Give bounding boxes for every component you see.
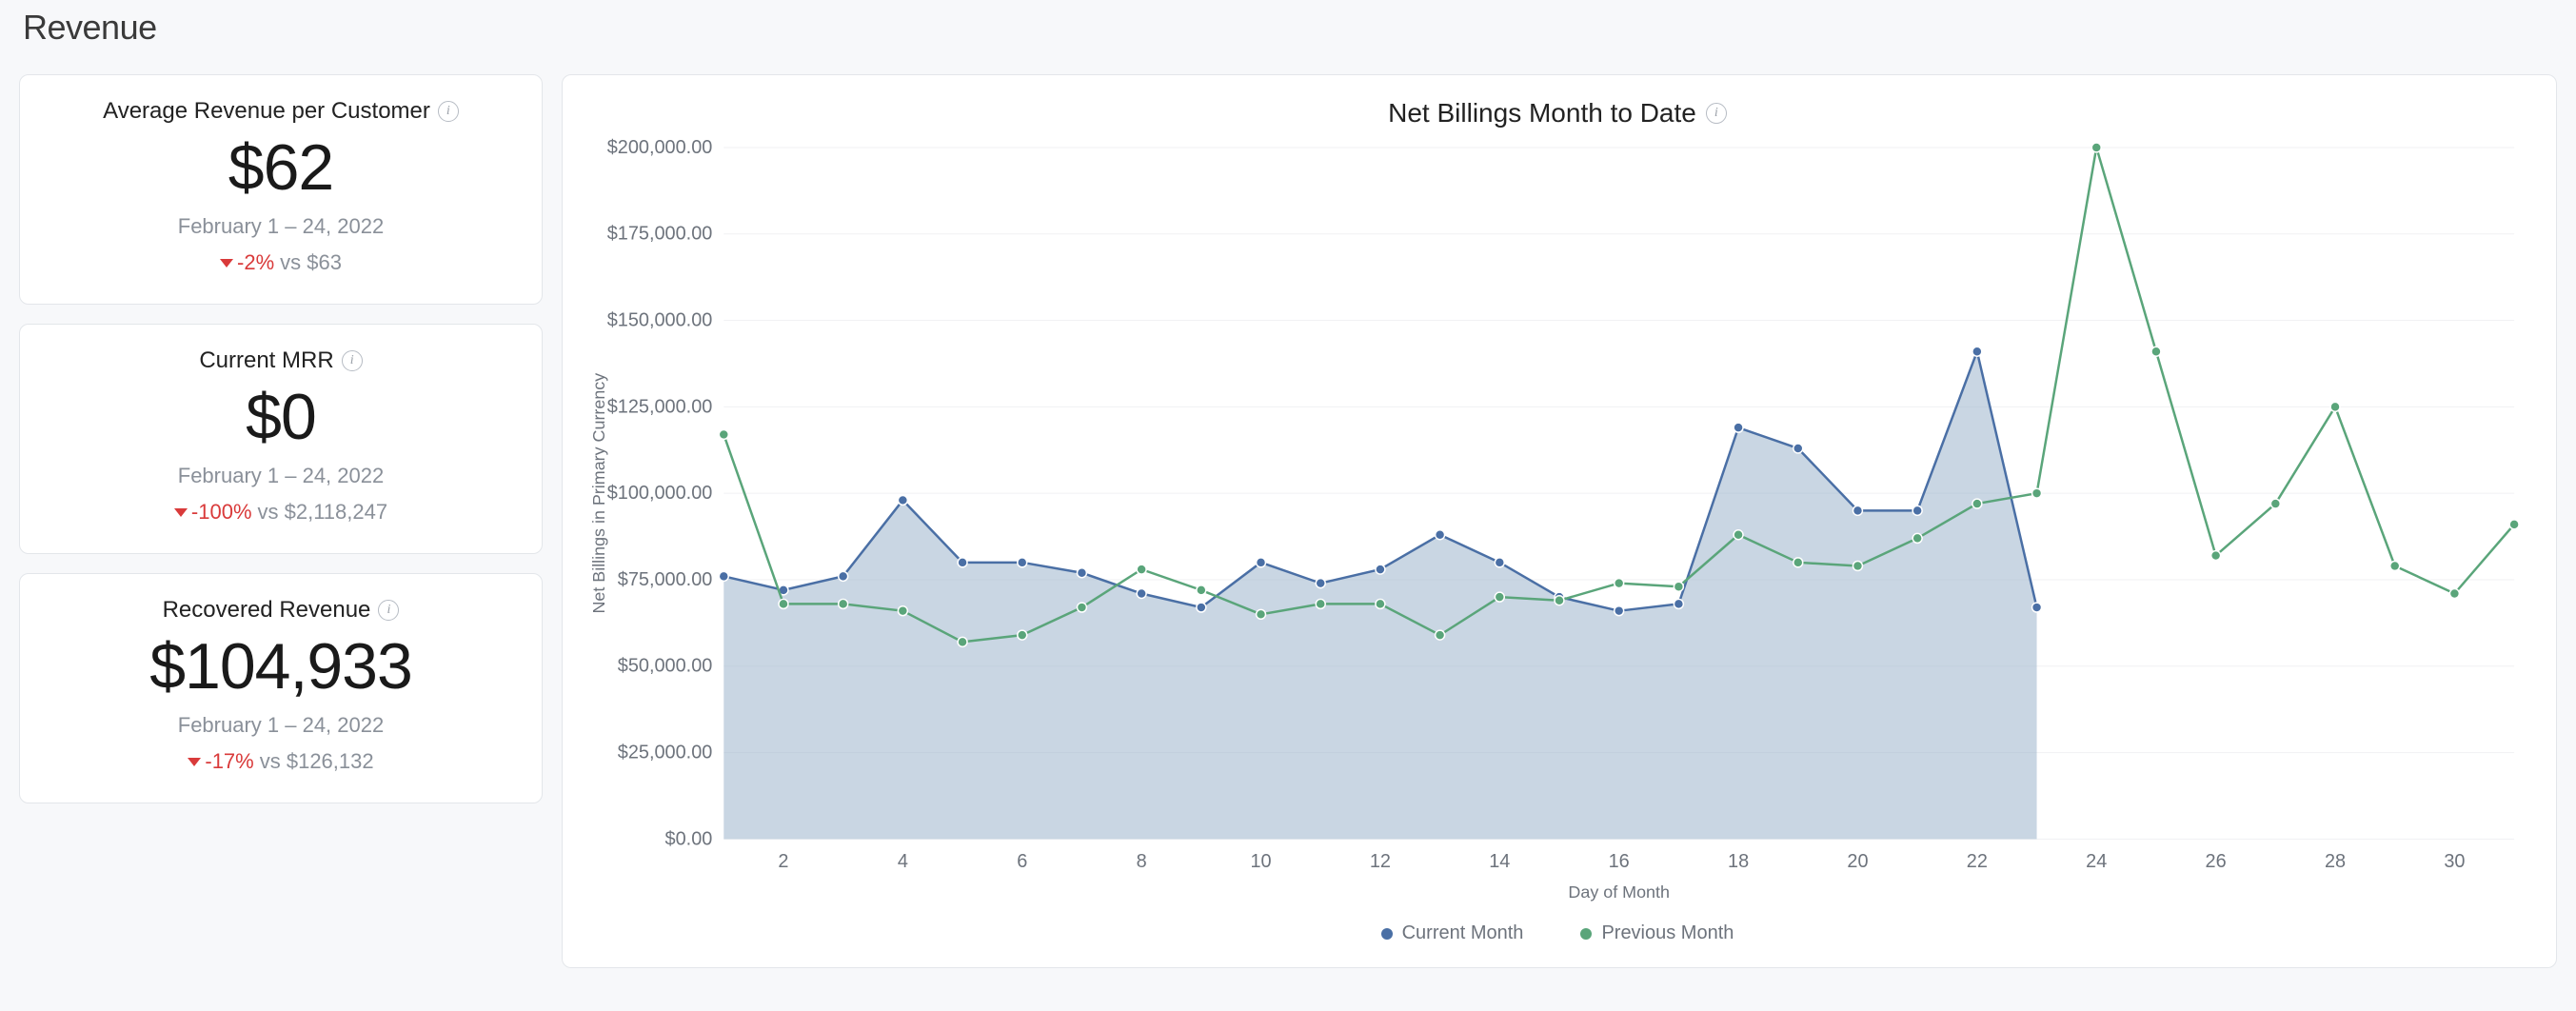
legend-item-current[interactable]: Current Month [1381, 922, 1524, 944]
metric-compare: vs $2,118,247 [258, 500, 388, 525]
chart-title: Net Billings Month to Date [1388, 98, 1696, 129]
svg-text:18: 18 [1728, 851, 1749, 872]
svg-text:10: 10 [1250, 851, 1271, 872]
info-icon[interactable]: i [342, 350, 363, 371]
metrics-column: Average Revenue per Customer i $62 Febru… [19, 74, 543, 968]
metric-delta: -2% [220, 250, 274, 275]
metric-title: Current MRR [199, 347, 333, 374]
metric-date-range: February 1 – 24, 2022 [43, 214, 519, 239]
metric-value: $104,933 [43, 629, 519, 704]
metric-card-avg-revenue: Average Revenue per Customer i $62 Febru… [19, 74, 543, 305]
section-title: Revenue [23, 8, 2557, 48]
svg-text:$75,000.00: $75,000.00 [618, 569, 713, 590]
net-billings-chart[interactable]: $0.00 $25,000.00 $50,000.00 $75,000.00 $100,… [582, 138, 2533, 915]
svg-text:22: 22 [1967, 851, 1988, 872]
metric-value: $0 [43, 380, 519, 454]
svg-text:28: 28 [2325, 851, 2346, 872]
metric-card-current-mrr: Current MRR i $0 February 1 – 24, 2022 -… [19, 324, 543, 554]
svg-text:20: 20 [1847, 851, 1868, 872]
metric-title: Recovered Revenue [163, 597, 371, 624]
chart-card-net-billings: Net Billings Month to Date i $0.00 $25,00… [562, 74, 2557, 968]
legend-dot-icon [1381, 928, 1393, 940]
metric-date-range: February 1 – 24, 2022 [43, 713, 519, 738]
svg-text:$175,000.00: $175,000.00 [607, 224, 713, 245]
svg-text:30: 30 [2444, 851, 2465, 872]
info-icon[interactable]: i [1706, 103, 1727, 124]
info-icon[interactable]: i [438, 101, 459, 122]
legend-item-previous[interactable]: Previous Month [1580, 922, 1734, 944]
svg-text:$200,000.00: $200,000.00 [607, 138, 713, 158]
metric-value: $62 [43, 130, 519, 205]
svg-text:14: 14 [1489, 851, 1510, 872]
legend-label: Current Month [1402, 922, 1524, 944]
metric-delta: -100% [174, 500, 252, 525]
metric-date-range: February 1 – 24, 2022 [43, 464, 519, 488]
svg-text:6: 6 [1017, 851, 1027, 872]
svg-text:16: 16 [1609, 851, 1630, 872]
svg-text:8: 8 [1137, 851, 1147, 872]
svg-text:Day of Month: Day of Month [1568, 882, 1670, 902]
metric-compare: vs $63 [280, 250, 342, 275]
svg-text:$125,000.00: $125,000.00 [607, 396, 713, 417]
svg-text:$100,000.00: $100,000.00 [607, 483, 713, 504]
legend-label: Previous Month [1601, 922, 1734, 944]
caret-down-icon [188, 758, 201, 766]
caret-down-icon [220, 259, 233, 268]
metric-compare: vs $126,132 [260, 749, 374, 774]
svg-text:Net Billings in Primary Curren: Net Billings in Primary Currency [589, 373, 608, 614]
svg-text:$0.00: $0.00 [665, 828, 713, 849]
svg-text:2: 2 [778, 851, 788, 872]
metric-delta: -17% [188, 749, 253, 774]
info-icon[interactable]: i [378, 600, 399, 621]
caret-down-icon [174, 508, 188, 517]
chart-legend: Current Month Previous Month [582, 915, 2533, 944]
svg-text:12: 12 [1370, 851, 1391, 872]
svg-text:$50,000.00: $50,000.00 [618, 656, 713, 677]
legend-dot-icon [1580, 928, 1592, 940]
svg-text:24: 24 [2086, 851, 2107, 872]
metric-title: Average Revenue per Customer [103, 98, 430, 125]
metric-card-recovered-revenue: Recovered Revenue i $104,933 February 1 … [19, 573, 543, 803]
svg-text:$150,000.00: $150,000.00 [607, 310, 713, 331]
svg-text:$25,000.00: $25,000.00 [618, 743, 713, 763]
svg-text:26: 26 [2206, 851, 2227, 872]
svg-text:4: 4 [898, 851, 908, 872]
